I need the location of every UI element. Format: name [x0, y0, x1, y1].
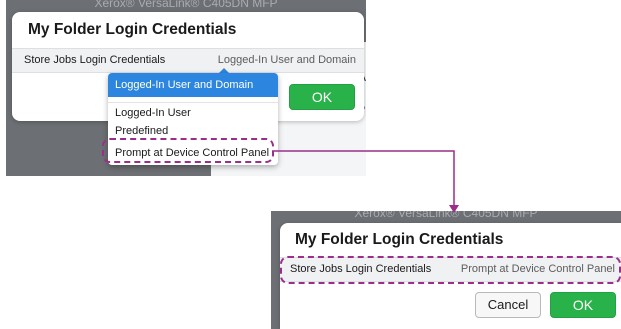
row-value: Logged-In User and Domain: [217, 54, 356, 66]
store-jobs-credentials-row[interactable]: Store Jobs Login Credentials Prompt at D…: [280, 257, 621, 282]
ok-button[interactable]: OK: [289, 84, 355, 110]
cancel-button[interactable]: Cancel: [475, 292, 541, 318]
dialog-title: My Folder Login Credentials: [295, 231, 504, 248]
menu-item-predefined[interactable]: Predefined: [108, 121, 278, 141]
dialog-title: My Folder Login Credentials: [28, 21, 237, 38]
row-label: Store Jobs Login Credentials: [290, 263, 432, 275]
ok-button[interactable]: OK: [550, 292, 616, 318]
menu-item-logged-in-user[interactable]: Logged-In User: [108, 102, 278, 123]
menu-item-logged-in-user-and-domain[interactable]: Logged-In User and Domain: [108, 73, 278, 97]
background-device-title: Xerox® VersaLink® C405DN MFP: [94, 0, 278, 10]
background-device-title: Xerox® VersaLink® C405DN MFP: [354, 211, 538, 220]
top-screenshot: Xerox® VersaLink® C405DN MFP A P My Fold…: [6, 0, 366, 176]
menu-item-prompt-at-device-control-panel[interactable]: Prompt at Device Control Panel: [108, 143, 278, 163]
credentials-dropdown-menu: Logged-In User and Domain Logged-In User…: [108, 73, 278, 165]
row-label: Store Jobs Login Credentials: [24, 54, 166, 66]
store-jobs-credentials-row[interactable]: Store Jobs Login Credentials Logged-In U…: [12, 48, 364, 73]
row-value: Prompt at Device Control Panel: [460, 263, 615, 275]
credentials-dialog-result: My Folder Login Credentials Store Jobs L…: [280, 223, 621, 329]
